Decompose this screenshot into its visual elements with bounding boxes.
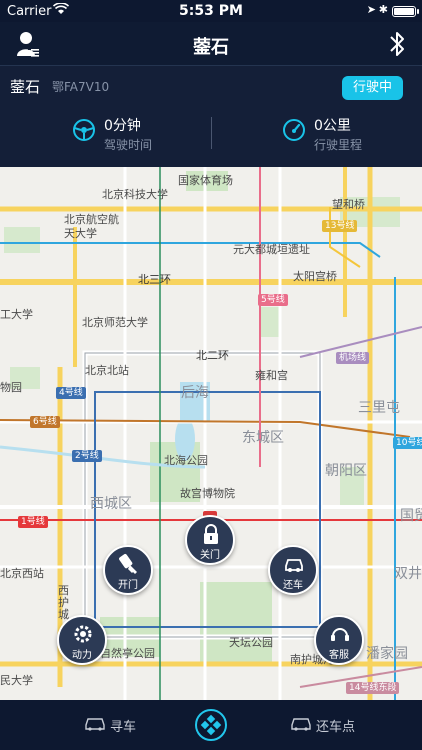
district-label: 双井 [394,566,422,582]
bluetooth-status-icon: ✱ [378,3,388,16]
map-label: 自然亭公园 [100,647,155,660]
subway-badge: 5号线 [258,294,288,306]
power-label: 动力 [72,650,92,661]
district-label: 潘家园 [366,646,408,662]
lock-button[interactable]: 关门 [185,515,235,565]
map-label: 北三环 [138,273,171,286]
page-title: 蓥石 [193,37,229,58]
map-label: 北京北站 [85,364,129,377]
customer-service-button[interactable]: 客服 [314,615,364,665]
map-label: 北海公园 [164,454,208,467]
status-time: 5:53 PM [179,3,243,19]
subway-badge: 机场线 [336,352,370,364]
map-label: 元大都城垣遗址 [233,243,310,256]
subway-badge: 6号线 [30,416,60,428]
vehicle-name: 蓥石 [10,78,41,96]
customer-service-label: 客服 [329,650,349,661]
power-button[interactable]: 动力 [57,615,107,665]
tab-find-car-label: 寻车 [110,720,137,735]
tab-return-point-label: 还车点 [316,720,356,735]
mileage-label: 行驶里程 [314,138,363,152]
drive-time-label: 驾驶时间 [104,138,153,152]
lock-icon [204,524,218,544]
bluetooth-button[interactable] [384,29,410,59]
lock-label: 关门 [200,550,220,561]
home-center-button[interactable] [195,709,227,741]
map-label: 故宫博物院 [180,487,235,500]
engine-gear-icon [74,625,92,643]
nav-bar: 蓥石 [0,22,422,66]
map-label: 工大学 [0,308,33,321]
return-car-label: 还车 [283,580,303,591]
stats-divider [211,117,212,149]
drive-time-value: 0分钟 [104,118,141,134]
map-label: 北二环 [196,349,229,362]
subway-badge: 13号线 [322,220,358,232]
subway-badge: 10号线 [393,437,422,449]
mileage-value: 0公里 [314,118,351,134]
unlock-button[interactable]: 开门 [103,545,153,595]
diamond-grid-icon [200,714,222,736]
unlock-label: 开门 [118,580,138,591]
speedometer-icon [283,119,305,141]
car-outline-icon [85,718,105,731]
map-label: 天坛公园 [229,636,273,649]
license-plate: 鄂FA7V10 [52,80,110,94]
car-key-icon [119,554,137,574]
map-label: 民大学 [0,674,33,687]
map-label: 北京西站 [0,567,44,580]
subway-badge: 1号线 [18,516,48,528]
subway-badge: 4号线 [56,387,86,399]
car-outline-icon [291,718,311,731]
map-view[interactable]: 国家体育场 北京科技大学 望和桥 北京航空航天大学 元大都城垣遗址 13号线 北… [0,167,422,700]
district-label: 后海 [181,385,209,401]
status-bar: Carrier 5:53 PM ➤ ✱ [0,0,422,22]
subway-badge: 14号线东段 [346,682,400,694]
steering-wheel-icon [73,119,95,141]
district-label: 三里屯 [358,400,400,416]
vehicle-info-panel: 蓥石 鄂FA7V10 行驶中 0分钟 驾驶时间 0公里 行驶里程 [0,66,422,167]
map-label: 物园 [0,381,22,394]
bluetooth-icon [390,32,404,56]
car-icon [285,559,303,572]
bottom-tab-bar: 寻车 还车点 [0,700,422,750]
district-label: 西城区 [90,496,132,512]
map-label: 西护城 [58,584,69,621]
driving-status-button[interactable]: 行驶中 [342,76,403,100]
district-label: 国贸 [400,508,422,524]
district-label: 朝阳区 [325,463,367,479]
district-label: 东城区 [242,430,284,446]
subway-badge: 2号线 [72,450,102,462]
map-label: 国家体育场 [178,174,233,187]
map-label: 北京师范大学 [82,316,148,329]
map-label: 北京科技大学 [102,188,168,201]
map-label: 望和桥 [332,198,365,211]
map-label: 雍和宫 [255,369,288,382]
map-label: 北京航空航天大学 [64,213,119,240]
battery-icon [392,6,419,17]
return-car-button[interactable]: 还车 [268,545,318,595]
map-label: 太阳宫桥 [293,270,337,283]
location-arrow-icon: ➤ [366,3,376,16]
headset-icon [331,628,349,641]
